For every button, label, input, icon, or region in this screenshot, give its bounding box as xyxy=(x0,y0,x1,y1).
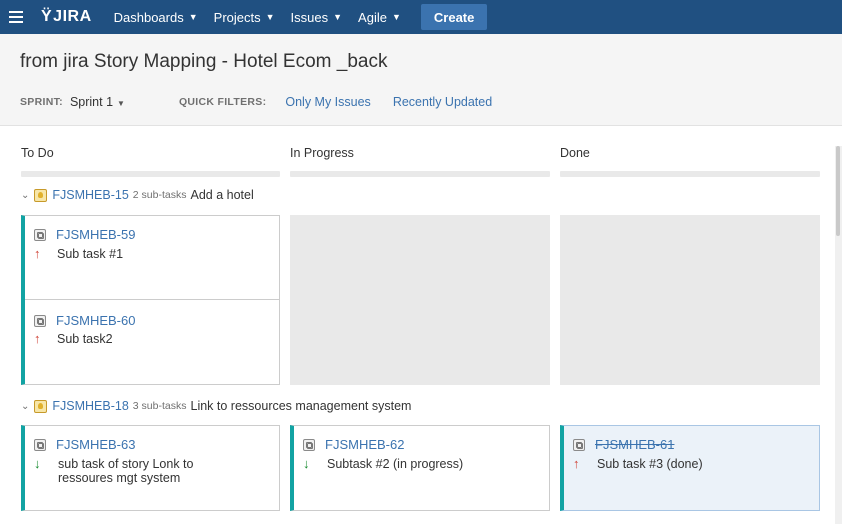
chevron-down-icon: ▼ xyxy=(117,99,125,108)
story-key[interactable]: FJSMHEB-15 xyxy=(52,188,128,202)
card-summary: Sub task #3 (done) xyxy=(597,457,703,471)
priority-low-icon: ↓ xyxy=(34,456,41,471)
empty-cell-in-progress xyxy=(290,215,550,385)
card-summary-line1: sub task of story Lonk to xyxy=(58,457,194,471)
menu-icon[interactable] xyxy=(9,11,23,23)
sprint-filter-row: SPRINT: Sprint 1 ▼ QUICK FILTERS: Only My… xyxy=(20,95,502,109)
nav-agile[interactable]: Agile ▼ xyxy=(358,10,401,25)
card-key-row: FJSMHEB-61 xyxy=(573,437,674,452)
story-icon xyxy=(34,399,48,413)
story-icon xyxy=(34,188,48,202)
swimlane-header[interactable]: ⌄ FJSMHEB-18 3 sub-tasks Link to ressour… xyxy=(21,399,411,413)
nav-dashboards[interactable]: Dashboards ▼ xyxy=(114,10,198,25)
scrollbar-thumb[interactable] xyxy=(836,146,840,236)
chevron-down-icon: ▼ xyxy=(391,12,401,22)
subtask-icon xyxy=(303,438,315,451)
subtask-icon xyxy=(34,314,46,327)
card-key[interactable]: FJSMHEB-60 xyxy=(56,313,135,328)
card-key-row[interactable]: FJSMHEB-60 xyxy=(34,313,135,328)
card-key[interactable]: FJSMHEB-62 xyxy=(325,437,404,452)
chevron-down-icon: ▼ xyxy=(265,12,275,22)
chevron-down-icon: ▼ xyxy=(333,12,343,22)
card-key-row: FJSMHEB-63 xyxy=(34,437,135,452)
swimlane-header[interactable]: ⌄ FJSMHEB-15 2 sub-tasks Add a hotel xyxy=(21,188,254,202)
nav-projects[interactable]: Projects ▼ xyxy=(214,10,275,25)
issue-card[interactable]: FJSMHEB-62 ↓ Subtask #2 (in progress) xyxy=(290,425,550,511)
chevron-down-icon: ▼ xyxy=(188,12,198,22)
subtask-icon xyxy=(573,438,585,451)
card-key-row: FJSMHEB-62 xyxy=(303,437,404,452)
column-header-done: Done xyxy=(560,146,590,160)
card-summary: Sub task #1 xyxy=(57,247,124,261)
subtask-icon xyxy=(34,228,46,241)
jira-logo[interactable]: Ÿ JIRA xyxy=(41,8,92,26)
card-divider xyxy=(25,299,279,300)
quick-filters-label: QUICK FILTERS: xyxy=(178,96,267,108)
subtask-count: 3 sub-tasks xyxy=(132,400,187,412)
priority-high-icon: ↑ xyxy=(34,331,41,346)
column-bar-done xyxy=(560,171,820,177)
page-title: from jira Story Mapping - Hotel Ecom _ba… xyxy=(20,51,388,72)
story-summary: Link to ressources management system xyxy=(190,399,412,413)
empty-cell-done xyxy=(560,215,820,385)
priority-high-icon: ↑ xyxy=(573,456,580,471)
filter-recently-updated[interactable]: Recently Updated xyxy=(393,95,492,109)
board-header: from jira Story Mapping - Hotel Ecom _ba… xyxy=(0,34,842,126)
nav-issues[interactable]: Issues ▼ xyxy=(291,10,343,25)
filter-only-my-issues[interactable]: Only My Issues xyxy=(285,95,370,109)
chevron-down-icon[interactable]: ⌄ xyxy=(21,401,29,412)
column-bar-todo xyxy=(21,171,280,177)
top-navigation: Ÿ JIRA Dashboards ▼ Projects ▼ Issues ▼ Agi… xyxy=(0,0,842,34)
column-header-todo: To Do xyxy=(21,146,54,160)
sprint-label: SPRINT: xyxy=(20,96,63,108)
issue-card[interactable]: FJSMHEB-63 ↓ sub task of story Lonk to r… xyxy=(21,425,280,511)
card-key[interactable]: FJSMHEB-59 xyxy=(56,227,135,242)
card-summary-line2: ressoures mgt system xyxy=(58,471,181,485)
priority-high-icon: ↑ xyxy=(34,246,41,261)
story-summary: Add a hotel xyxy=(190,188,254,202)
chevron-down-icon[interactable]: ⌄ xyxy=(21,190,29,201)
column-header-in-progress: In Progress xyxy=(290,146,354,160)
card-key[interactable]: FJSMHEB-61 xyxy=(595,437,674,452)
jira-logo-icon: Ÿ xyxy=(41,8,53,25)
create-button[interactable]: Create xyxy=(420,4,488,30)
card-key-row[interactable]: FJSMHEB-59 xyxy=(34,227,135,242)
card-summary: Sub task2 xyxy=(57,332,113,346)
priority-low-icon: ↓ xyxy=(303,456,310,471)
subtask-icon xyxy=(34,438,46,451)
subtask-count: 2 sub-tasks xyxy=(132,189,187,201)
sprint-selector[interactable]: Sprint 1 ▼ xyxy=(70,95,125,109)
card-summary: Subtask #2 (in progress) xyxy=(327,457,464,471)
column-bar-in-progress xyxy=(290,171,550,177)
issue-card-done[interactable]: FJSMHEB-61 ↑ Sub task #3 (done) xyxy=(560,425,820,511)
story-key[interactable]: FJSMHEB-18 xyxy=(52,399,128,413)
card-key[interactable]: FJSMHEB-63 xyxy=(56,437,135,452)
